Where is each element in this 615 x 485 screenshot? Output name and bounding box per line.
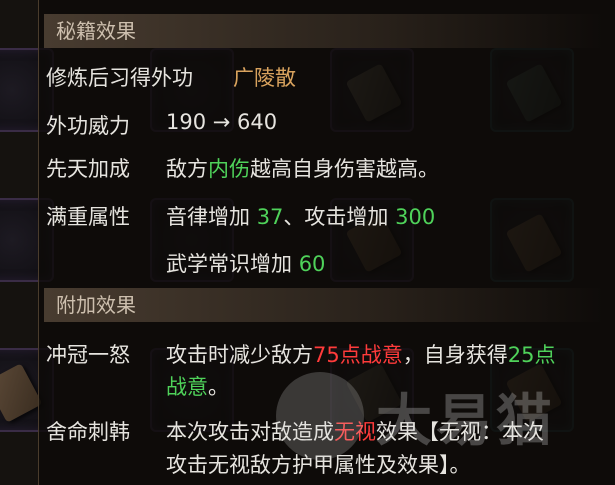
text-part: 武学常识增加	[166, 252, 299, 276]
effect-line-1: 攻击时减少敌方75点战意，自身获得25点	[166, 339, 555, 369]
stat-value: 300	[395, 205, 436, 229]
highlight-text: 内伤	[208, 157, 250, 181]
stat-value: 60	[298, 252, 326, 276]
effect-line-1: 本次攻击对敌造成无视效果【无视：本次	[166, 416, 544, 446]
game-screen: 秘籍效果 修炼后习得外功 广陵散 外功威力 190 → 640 先天加成 敌方内…	[0, 0, 615, 485]
section-header-secret-effect: 秘籍效果	[44, 14, 604, 48]
text-part: 本次攻击对敌造成	[166, 420, 334, 444]
row-label: 冲冠一怒	[46, 343, 130, 367]
highlight-text: 无视	[334, 420, 376, 444]
effect-line-2: 战意。	[166, 371, 229, 401]
power-value: 190 → 640	[166, 110, 278, 134]
text-part: 攻击时减少敌方	[166, 343, 313, 367]
row-label: 先天加成	[46, 157, 130, 181]
text-part: 。	[208, 375, 229, 399]
section-header-extra-effect: 附加效果	[44, 288, 604, 322]
innate-bonus-text: 敌方内伤越高自身伤害越高。	[166, 153, 439, 183]
attributes-line-1: 音律增加 37、攻击增加 300	[166, 201, 435, 231]
skill-name: 广陵散	[233, 66, 296, 90]
highlight-text: 75点战意	[313, 343, 403, 367]
effect-line-2: 攻击无视敌方护甲属性及效果】。	[166, 453, 471, 477]
text-part: ，自身获得	[402, 343, 508, 367]
row-label: 修炼后习得外功	[46, 66, 193, 90]
text-part: 、攻击增加	[283, 205, 396, 229]
text-part: 越高自身伤害越高。	[250, 157, 439, 181]
row-label: 外功威力	[46, 114, 130, 138]
row-label: 满重属性	[46, 205, 130, 229]
book-icon	[0, 363, 43, 423]
attributes-line-2: 武学常识增加 60	[166, 248, 325, 278]
highlight-text: 25点	[507, 343, 556, 367]
text-part: 音律增加	[166, 205, 257, 229]
text-part: 效果【无视：本次	[376, 420, 544, 444]
stat-value: 37	[256, 205, 284, 229]
text-part: 敌方	[166, 157, 208, 181]
highlight-text: 战意	[166, 375, 208, 399]
row-label: 舍命刺韩	[46, 420, 130, 444]
